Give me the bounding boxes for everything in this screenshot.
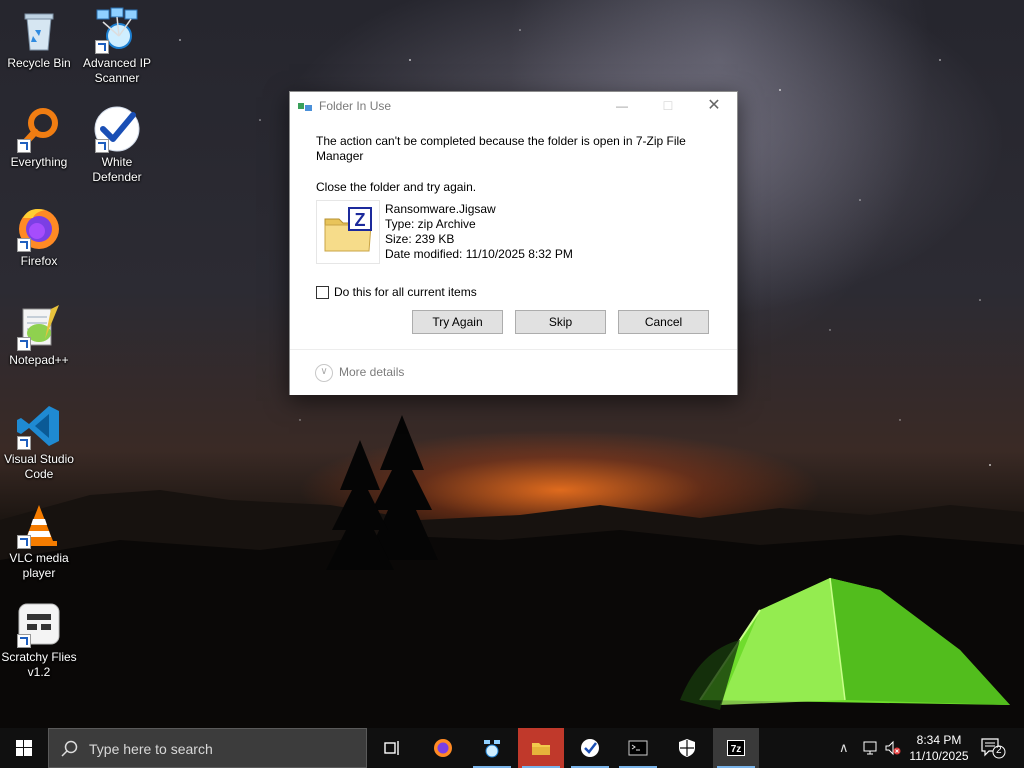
- more-details-link[interactable]: More details: [339, 365, 404, 379]
- taskbar-white-defender[interactable]: [567, 728, 613, 768]
- desktop-icon-scratchy-flies[interactable]: Scratchy Flies v1.2: [0, 600, 78, 680]
- desktop-icon-label: VLC media player: [9, 551, 69, 580]
- desktop-icon-label: Recycle Bin: [7, 56, 71, 70]
- zip-archive-icon: Z: [316, 200, 380, 264]
- taskbar-search-box[interactable]: Type here to search: [48, 728, 367, 768]
- shortcut-arrow-icon: [17, 436, 31, 450]
- desktop-icon-vscode[interactable]: Visual Studio Code: [0, 402, 78, 482]
- desktop-icon-firefox[interactable]: Firefox: [0, 204, 78, 269]
- taskbar: Type here to search 7z ∧ 8:34 PM 11/10/2…: [0, 728, 1024, 768]
- desktop-icon-recycle-bin[interactable]: Recycle Bin: [0, 6, 78, 71]
- file-size: Size: 239 KB: [385, 232, 455, 246]
- desktop-icon-label: Notepad++: [9, 353, 69, 367]
- desktop-icon-label: Firefox: [20, 254, 58, 268]
- dialog-message: The action can't be completed because th…: [316, 134, 686, 163]
- desktop-icon-notepadpp[interactable]: Notepad++: [0, 303, 78, 368]
- taskbar-terminal[interactable]: [615, 728, 661, 768]
- white-defender-icon: [93, 105, 141, 153]
- scratchy-flies-icon: [15, 600, 63, 648]
- taskbar-clock[interactable]: 8:34 PM 11/10/2025: [904, 732, 974, 764]
- minimize-button[interactable]: —: [599, 92, 645, 120]
- taskbar-7zip[interactable]: 7z: [713, 728, 759, 768]
- apply-to-all-checkbox[interactable]: [316, 286, 329, 299]
- chevron-down-icon[interactable]: ∨: [315, 364, 333, 382]
- windows-logo-icon: [16, 740, 32, 756]
- file-name: Ransomware.Jigsaw: [385, 202, 496, 216]
- everything-search-icon: [15, 105, 63, 153]
- security-shield-icon: [679, 739, 695, 757]
- dialog-instruction: Close the folder and try again.: [316, 180, 477, 194]
- search-placeholder: Type here to search: [89, 741, 213, 757]
- start-button[interactable]: [0, 728, 48, 768]
- dialog-footer: ∨ More details: [290, 349, 737, 395]
- shortcut-arrow-icon: [17, 535, 31, 549]
- skip-button[interactable]: Skip: [515, 310, 606, 334]
- desktop-icon-label: White Defender: [92, 155, 142, 184]
- shortcut-arrow-icon: [95, 40, 109, 54]
- file-date-modified: Date modified: 11/10/2025 8:32 PM: [385, 247, 573, 261]
- firefox-icon: [15, 204, 63, 252]
- taskbar-security[interactable]: [664, 728, 710, 768]
- desktop-icon-advanced-ip-scanner[interactable]: Advanced IP Scanner: [78, 6, 156, 86]
- notification-icon: [981, 738, 1006, 759]
- dialog-title: Folder In Use: [319, 99, 392, 113]
- volume-muted-icon[interactable]: [884, 740, 902, 756]
- desktop-icon-label: Everything: [10, 155, 68, 169]
- apply-to-all-label[interactable]: Do this for all current items: [334, 285, 477, 299]
- firefox-icon: [434, 739, 452, 757]
- dialog-titlebar[interactable]: Folder In Use — ☐ ✕: [290, 92, 737, 120]
- shortcut-arrow-icon: [17, 337, 31, 351]
- desktop-icon-label: Scratchy Flies v1.2: [1, 650, 77, 679]
- taskbar-firefox[interactable]: [420, 728, 466, 768]
- folder-move-icon: [298, 103, 312, 111]
- terminal-icon: [628, 740, 648, 756]
- 7zip-icon: 7z: [727, 740, 745, 756]
- shortcut-arrow-icon: [95, 139, 109, 153]
- network-icon[interactable]: [862, 740, 880, 756]
- clock-time: 8:34 PM: [916, 733, 962, 747]
- desktop-icon-label: Visual Studio Code: [4, 452, 74, 481]
- try-again-button[interactable]: Try Again: [412, 310, 503, 334]
- notification-count: 2: [996, 745, 1002, 756]
- desktop-icon-white-defender[interactable]: White Defender: [78, 105, 156, 185]
- taskbar-task-view[interactable]: [369, 728, 415, 768]
- vlc-icon: [15, 501, 63, 549]
- desktop-icon-vlc[interactable]: VLC media player: [0, 501, 78, 581]
- show-hidden-icons-chevron-icon[interactable]: ∧: [839, 740, 849, 756]
- shortcut-arrow-icon: [17, 238, 31, 252]
- folder-in-use-dialog: Folder In Use — ☐ ✕ The action can't be …: [289, 91, 738, 395]
- shortcut-arrow-icon: [17, 139, 31, 153]
- close-button[interactable]: ✕: [691, 92, 737, 120]
- desktop-icon-everything[interactable]: Everything: [0, 105, 78, 170]
- cancel-button[interactable]: Cancel: [618, 310, 709, 334]
- search-icon: [61, 740, 78, 757]
- vscode-icon: [15, 402, 63, 450]
- file-type: Type: zip Archive: [385, 217, 476, 231]
- white-defender-icon: [581, 739, 599, 757]
- svg-text:Z: Z: [355, 210, 366, 230]
- task-view-icon: [384, 741, 399, 755]
- notification-center-button[interactable]: 2: [980, 737, 1006, 759]
- recycle-bin-icon: [15, 6, 63, 54]
- advanced-ip-scanner-icon: [93, 6, 141, 54]
- notepadpp-icon: [15, 303, 63, 351]
- clock-date: 11/10/2025: [909, 749, 969, 763]
- taskbar-advanced-ip-scanner[interactable]: [469, 728, 515, 768]
- taskbar-file-explorer[interactable]: [518, 728, 564, 768]
- advanced-ip-scanner-icon: [484, 740, 500, 758]
- maximize-button[interactable]: ☐: [645, 92, 691, 120]
- svg-text:7z: 7z: [731, 744, 742, 755]
- shortcut-arrow-icon: [17, 634, 31, 648]
- file-explorer-icon: [532, 743, 550, 755]
- desktop-icon-label: Advanced IP Scanner: [82, 56, 152, 85]
- close-icon: ✕: [707, 97, 721, 114]
